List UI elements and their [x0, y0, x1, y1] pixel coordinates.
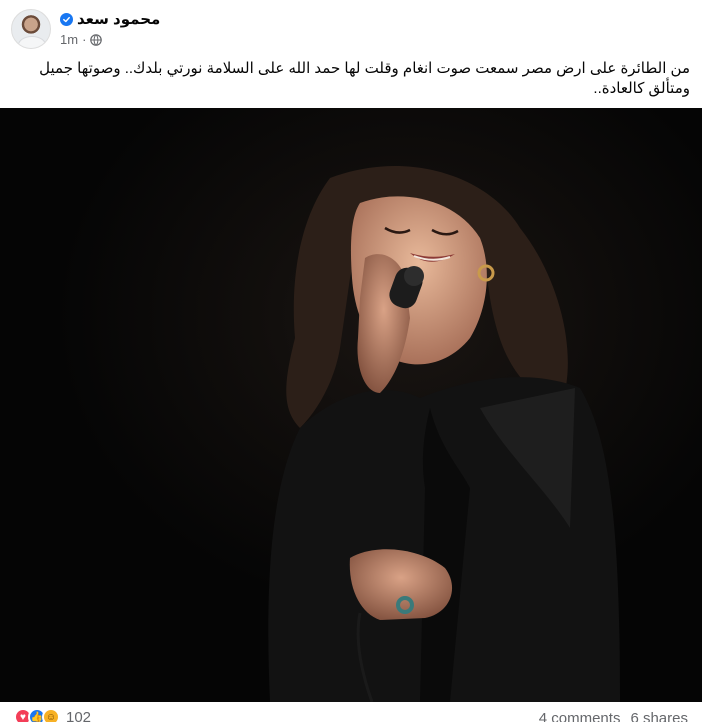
shares-count-link[interactable]: 6 shares [630, 710, 688, 722]
post-timestamp[interactable]: 1m [60, 32, 78, 47]
meta-separator: · [82, 32, 87, 47]
author-name-row: محمود سعد [60, 10, 160, 28]
post-meta: 1m · [60, 32, 103, 47]
post-header: محمود سعد 1m · [0, 0, 702, 56]
comments-count-link[interactable]: 4 comments [539, 710, 621, 722]
care-icon: ☺ [42, 708, 60, 722]
author-avatar[interactable] [11, 9, 51, 49]
globe-icon[interactable] [90, 33, 103, 46]
verified-badge-icon [60, 12, 73, 26]
post-caption: من الطائرة على ارض مصر سمعت صوت انغام وق… [39, 60, 690, 97]
reaction-count: 102 [66, 708, 92, 722]
singer-photo-illustration [0, 108, 702, 702]
post-photo[interactable] [0, 108, 702, 702]
author-name[interactable]: محمود سعد [77, 10, 160, 28]
reactions-summary[interactable]: ♥ 👍 ☺ 102 [14, 708, 91, 722]
post-engagement-bar: ♥ 👍 ☺ 102 4 comments 6 shares [0, 702, 702, 722]
facebook-post: محمود سعد 1m · من الطائرة على ارض مصر سم… [0, 0, 702, 722]
engagement-stats: 4 comments 6 shares [539, 710, 688, 722]
